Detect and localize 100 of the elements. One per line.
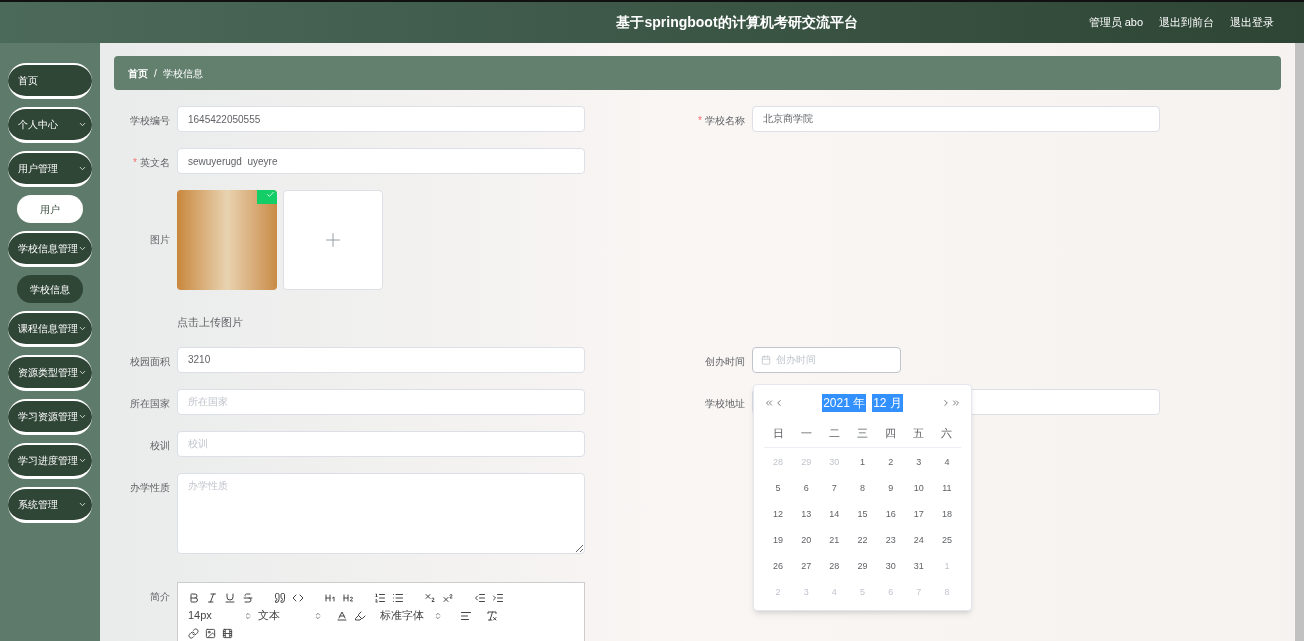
calendar-day[interactable]: 20	[792, 532, 821, 548]
calendar-day[interactable]: 4	[932, 454, 961, 470]
calendar-day[interactable]: 27	[792, 558, 821, 574]
calendar-day[interactable]: 25	[932, 532, 961, 548]
calendar-day[interactable]: 29	[848, 558, 877, 574]
highlight-icon[interactable]	[354, 609, 366, 622]
calendar-day[interactable]: 31	[904, 558, 933, 574]
calendar-day[interactable]: 17	[904, 506, 933, 522]
toolbar-select[interactable]: 14px	[188, 607, 258, 624]
sidebar-menu-item[interactable]: 学校信息管理	[8, 231, 92, 267]
italic-icon[interactable]	[206, 591, 218, 604]
field-label: 办学性质	[130, 481, 170, 493]
breadcrumb-item: /	[154, 66, 157, 81]
header-link[interactable]: 退出登录	[1230, 14, 1274, 31]
text-color-icon[interactable]	[336, 609, 348, 622]
calendar-day[interactable]: 10	[904, 480, 933, 496]
calendar-day[interactable]: 6	[792, 480, 821, 496]
site-title: 基于springboot的计算机考研交流平台	[616, 13, 858, 32]
weekday-label: 三	[856, 425, 869, 441]
calendar-day[interactable]: 19	[764, 532, 793, 548]
calendar-day[interactable]: 18	[932, 506, 961, 522]
underline-icon[interactable]	[224, 591, 236, 604]
calendar-day[interactable]: 2	[876, 454, 905, 470]
weekday-label: 五	[912, 425, 926, 441]
image-icon[interactable]	[205, 628, 216, 639]
dropdown-arrows-icon	[434, 611, 442, 620]
bold-icon[interactable]	[188, 591, 200, 604]
indent-icon[interactable]	[492, 591, 504, 604]
sidebar-menu-item[interactable]: 用户管理	[8, 151, 92, 187]
calendar-day[interactable]: 23	[876, 532, 905, 548]
upload-hint: 点击上传图片	[177, 315, 244, 330]
video-icon[interactable]	[222, 628, 233, 639]
text-field[interactable]: 1645422050555	[177, 106, 585, 132]
calendar-day[interactable]: 15	[848, 506, 877, 522]
text-field[interactable]: 3210	[177, 346, 585, 373]
sidebar-menu-item[interactable]: 学习资源管理	[8, 399, 92, 435]
strikethrough-icon[interactable]	[242, 591, 254, 604]
weekday-label: 六	[940, 425, 954, 441]
sidebar-menu-item[interactable]: 个人中心	[8, 107, 92, 143]
bullet-list-icon[interactable]	[392, 591, 404, 604]
align-left-icon[interactable]	[460, 609, 472, 622]
sidebar-submenu-item[interactable]: 学校信息	[17, 275, 83, 303]
weekday-label: 日	[771, 425, 785, 441]
outdent-icon[interactable]	[474, 591, 486, 604]
calendar-day[interactable]: 5	[764, 480, 793, 496]
scrollbar[interactable]	[1295, 43, 1304, 641]
toolbar-select[interactable]: 文本	[258, 607, 328, 624]
calendar-day[interactable]: 14	[820, 506, 849, 522]
sidebar-menu-item[interactable]: 资源类型管理	[8, 355, 92, 391]
field-label: 图片	[150, 234, 170, 245]
calendar-icon	[761, 354, 771, 365]
ordered-list-icon[interactable]	[374, 591, 386, 604]
breadcrumb-item: 学校信息	[162, 66, 203, 81]
dropdown-arrows-icon	[244, 611, 252, 620]
calendar-day[interactable]: 21	[820, 532, 849, 548]
sidebar-menu-item[interactable]: 首页	[8, 63, 92, 99]
calendar-day[interactable]: 24	[904, 532, 933, 548]
field-label: 英文名	[140, 157, 170, 168]
calendar-day[interactable]: 30	[876, 558, 905, 574]
calendar-day[interactable]: 16	[876, 506, 905, 522]
clear-format-icon[interactable]	[486, 609, 498, 622]
dropdown-arrows-icon	[314, 611, 322, 620]
toolbar-select[interactable]: 标准字体	[380, 607, 448, 624]
weekday-label: 四	[884, 425, 898, 441]
field-label: 学校编号	[130, 115, 170, 126]
header-link[interactable]: 管理员 abo	[1088, 14, 1143, 31]
field-label: 校训	[150, 439, 170, 451]
subscript-icon[interactable]	[424, 591, 436, 604]
header-link[interactable]: 退出到前台	[1159, 14, 1214, 31]
calendar-day[interactable]: 28	[820, 558, 849, 574]
sidebar-menu-item[interactable]: 系统管理	[8, 487, 92, 523]
calendar-day[interactable]: 3	[904, 454, 933, 470]
field-label: 校园面积	[130, 355, 170, 367]
sidebar-menu-item[interactable]: 学习进度管理	[8, 443, 92, 479]
superscript-icon[interactable]	[442, 591, 454, 604]
quote-icon[interactable]	[274, 591, 286, 604]
field-label: 简介	[150, 590, 170, 602]
required-mark: *	[133, 157, 137, 168]
field-label: 学校名称	[705, 115, 745, 126]
field-label: 创办时间	[705, 355, 745, 367]
sidebar-menu-item[interactable]: 课程信息管理	[8, 311, 92, 347]
calendar-day[interactable]: 1	[848, 454, 877, 470]
calendar-day[interactable]: 11	[932, 480, 961, 496]
previous-month-icon[interactable]	[774, 397, 784, 408]
text-field[interactable]: 北京商学院	[752, 106, 1160, 132]
calendar-day[interactable]: 26	[764, 558, 793, 574]
field-label: 所在国家	[130, 397, 170, 409]
calendar-day[interactable]: 12	[764, 506, 793, 522]
field-label: 学校地址	[705, 397, 745, 409]
calendar-day[interactable]: 13	[792, 506, 821, 522]
required-mark: *	[698, 115, 702, 126]
text-field[interactable]: sewuyerugd uyeyre	[177, 148, 585, 174]
calendar-day[interactable]: 8	[848, 480, 877, 496]
sidebar-submenu-item[interactable]: 用户	[17, 195, 83, 223]
link-icon[interactable]	[188, 628, 199, 639]
calendar-day[interactable]: 9	[876, 480, 905, 496]
breadcrumb-item[interactable]: 首页	[128, 65, 148, 81]
next-month-icon[interactable]	[941, 397, 951, 408]
calendar-day[interactable]: 22	[848, 532, 877, 548]
calendar-day[interactable]: 7	[820, 480, 849, 496]
